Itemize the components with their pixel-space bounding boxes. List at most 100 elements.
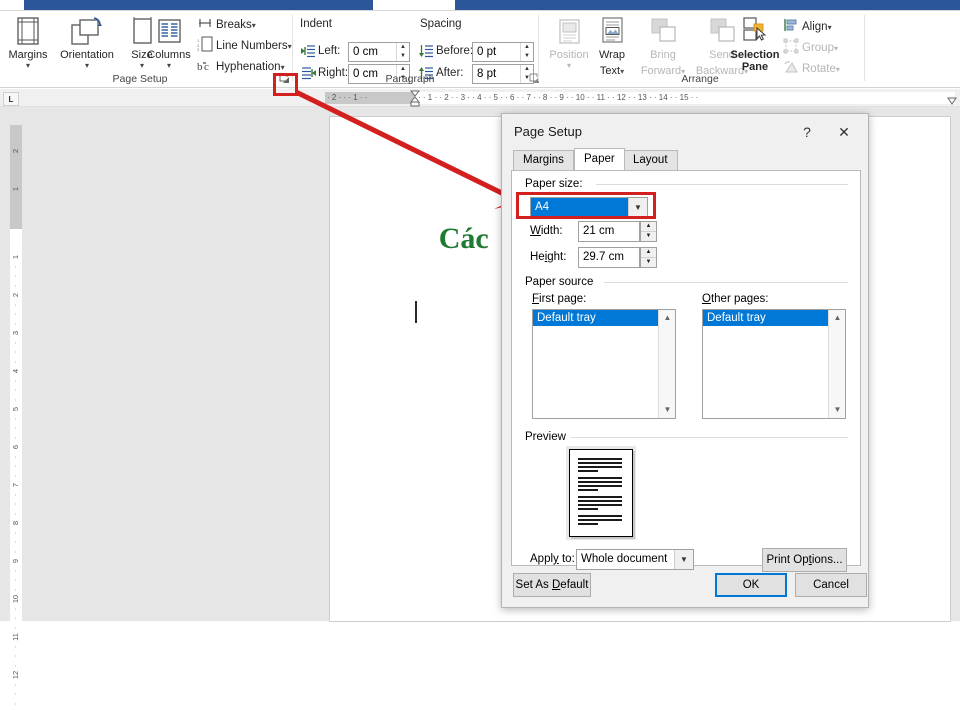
paper-size-group-label: Paper size:	[525, 178, 588, 190]
ribbon-button-bring-forward-label-1: Bring	[634, 49, 692, 61]
page-setup-dialog[interactable]: Page Setup ? ✕ Margins Paper Layout Pape…	[501, 113, 869, 608]
ribbon-button-line-numbers-label: Line Numbers	[216, 40, 288, 52]
spacing-before-input[interactable]: 0 pt ▲▼	[472, 42, 534, 62]
other-pages-listbox[interactable]: Default tray ▲ ▼	[702, 309, 846, 419]
ribbon-button-wrap-text-label-2: Text	[600, 65, 620, 77]
tab-margins[interactable]: Margins	[513, 150, 574, 170]
chevron-down-icon[interactable]: ▾	[252, 21, 256, 30]
preview-group-rule	[570, 437, 848, 438]
first-page-scrollbar[interactable]: ▲ ▼	[658, 310, 675, 418]
position-icon	[543, 15, 595, 49]
chevron-down-icon[interactable]: ▼	[829, 402, 846, 418]
ribbon-button-rotate-label: Rotate	[802, 63, 836, 75]
close-icon[interactable]: ✕	[826, 121, 862, 143]
indent-header: Indent	[300, 18, 332, 30]
indent-left-input[interactable]: 0 cm ▲▼	[348, 42, 410, 62]
preview-page-thumbnail	[569, 449, 633, 537]
tab-layout[interactable]: Layout	[623, 150, 678, 170]
group-divider-3	[864, 15, 865, 81]
height-spinner[interactable]: ▲▼	[640, 247, 657, 268]
ribbon-button-margins-label: Margins	[2, 49, 54, 61]
annotation-box-page-setup-launcher	[273, 73, 298, 96]
ribbon-button-group[interactable]: Group▾	[783, 38, 838, 58]
chevron-down-icon[interactable]: ▾	[834, 44, 838, 53]
tab-paper[interactable]: Paper	[574, 148, 625, 170]
indent-left-spinner[interactable]: ▲▼	[396, 43, 409, 61]
svg-text:3: 3	[197, 47, 200, 52]
print-options-button[interactable]: Print Options...	[762, 548, 847, 572]
ok-button[interactable]: OK	[715, 573, 787, 597]
paper-source-group-rule	[604, 282, 848, 283]
chevron-down-icon[interactable]: ▾	[143, 61, 195, 70]
ribbon-button-hyphenation[interactable]: bc Hyphenation▾	[197, 57, 285, 77]
chevron-down-icon[interactable]: ▾	[281, 63, 285, 72]
set-as-default-button[interactable]: Set As Default	[513, 573, 591, 597]
margins-icon	[2, 15, 54, 49]
first-page-label: First page:	[532, 293, 586, 305]
ribbon-button-columns[interactable]: Columns ▾	[143, 15, 195, 70]
chevron-down-icon[interactable]: ▼	[674, 550, 693, 569]
width-spinner[interactable]: ▲▼	[640, 221, 657, 242]
columns-icon	[143, 15, 195, 49]
chevron-up-icon[interactable]: ▲	[659, 310, 676, 326]
group-label-paragraph: Paragraph	[330, 73, 490, 85]
width-input[interactable]: 21 cm	[578, 221, 640, 242]
vertical-ruler-minor-tick: ·	[12, 698, 20, 710]
chevron-down-icon[interactable]: ▼	[659, 402, 676, 418]
other-pages-scrollbar[interactable]: ▲ ▼	[828, 310, 845, 418]
chevron-down-icon[interactable]: ▾	[288, 42, 292, 51]
tab-stop-selector[interactable]: L	[3, 92, 19, 106]
ribbon-button-position-label: Position	[543, 49, 595, 61]
paper-source-group-label: Paper source	[525, 276, 598, 288]
chevron-down-icon[interactable]: ▾	[543, 61, 595, 70]
ribbon-button-hyphenation-label: Hyphenation	[216, 61, 281, 73]
align-icon	[783, 17, 799, 33]
tab-stop-selector-label: L	[9, 95, 14, 104]
ribbon-button-line-numbers[interactable]: 123 Line Numbers▾	[197, 36, 292, 56]
ribbon-button-orientation[interactable]: Orientation ▾	[55, 15, 119, 70]
ribbon-button-breaks-label: Breaks	[216, 19, 252, 31]
spacing-before-value: 0 pt	[477, 43, 519, 61]
chevron-down-icon[interactable]: ▾	[2, 61, 54, 70]
spacing-before-label: Before:	[436, 45, 473, 57]
orientation-icon	[55, 15, 119, 49]
svg-text:b: b	[197, 61, 203, 73]
ribbon-button-bring-forward[interactable]: Bring Forward▾	[634, 15, 692, 79]
ribbon-button-breaks[interactable]: Breaks▾	[197, 15, 256, 35]
spacing-before-spinner[interactable]: ▲▼	[520, 43, 533, 61]
ruler-ticks: · · 1 · · 2 · · 3 · · 4 · · 5 · · 6 · · …	[418, 92, 698, 104]
other-pages-label: Other pages:	[702, 293, 769, 305]
indent-left-icon	[301, 44, 316, 58]
chevron-down-icon[interactable]: ▾	[828, 23, 832, 32]
paper-tab-panel: Paper size: A4 ▼ Width: 21 cm ▲▼ Height:…	[511, 170, 861, 566]
ribbon-button-selection-pane[interactable]: Selection Pane	[727, 15, 783, 73]
ribbon-button-align[interactable]: Align▾	[783, 17, 832, 37]
ribbon-button-position[interactable]: Position ▾	[543, 15, 595, 70]
width-label: Width:	[530, 225, 563, 237]
ribbon-button-wrap-text-label-1: Wrap	[590, 49, 634, 61]
apply-to-combo[interactable]: Whole document ▼	[576, 549, 694, 570]
indent-left-label: Left:	[318, 45, 340, 57]
chevron-down-icon[interactable]: ▾	[55, 61, 119, 70]
rotate-icon	[783, 59, 799, 75]
help-icon[interactable]: ?	[794, 121, 820, 143]
chevron-down-icon[interactable]: ▾	[836, 65, 840, 74]
annotation-box-paper-size	[516, 192, 656, 219]
width-value: 21 cm	[583, 222, 614, 241]
ribbon-button-wrap-text[interactable]: Wrap Text▾	[590, 15, 634, 79]
apply-to-label: Apply to:	[530, 553, 575, 565]
group-icon	[783, 38, 799, 54]
ribbon-button-selection-pane-label-2: Pane	[727, 61, 783, 73]
other-pages-selected-item[interactable]: Default tray	[703, 310, 828, 326]
ribbon: Margins ▾ Orientation ▾ Size ▾ Columns ▾…	[0, 11, 960, 88]
vertical-ruler[interactable]: 211···2···3···4···5···6···7···8···9···10…	[10, 125, 22, 621]
cancel-button[interactable]: Cancel	[795, 573, 867, 597]
ribbon-button-margins[interactable]: Margins ▾	[2, 15, 54, 70]
horizontal-ruler[interactable]: · 2 · · · 1 · · · · 1 · · 2 · · 3 · · 4 …	[0, 89, 960, 107]
chevron-up-icon[interactable]: ▲	[829, 310, 846, 326]
vertical-ruler-tick: 2	[12, 145, 20, 157]
ribbon-button-rotate[interactable]: Rotate▾	[783, 59, 840, 79]
first-page-listbox[interactable]: Default tray ▲ ▼	[532, 309, 676, 419]
first-page-selected-item[interactable]: Default tray	[533, 310, 658, 326]
height-input[interactable]: 29.7 cm	[578, 247, 640, 268]
